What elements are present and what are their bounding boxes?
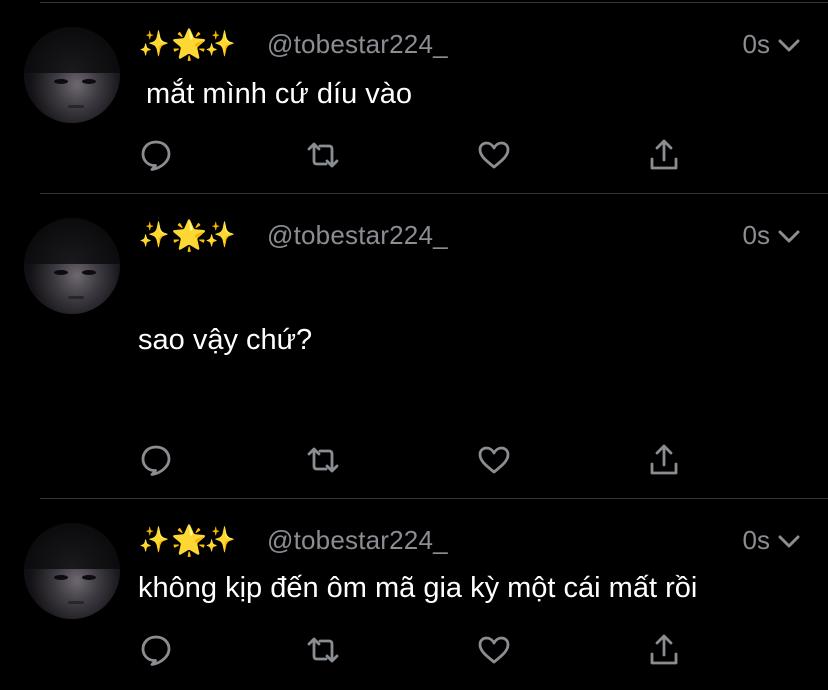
avatar[interactable]	[24, 218, 120, 314]
avatar[interactable]	[24, 523, 120, 619]
share-icon[interactable]	[646, 633, 682, 667]
chevron-down-icon[interactable]	[778, 29, 800, 60]
sparkles-emoji: ✨	[204, 29, 237, 58]
user-handle[interactable]: @tobestar224_	[267, 220, 448, 251]
timestamp: 0s	[742, 524, 770, 555]
tweet-text: mắt mình cứ díu vào	[146, 78, 413, 110]
avatar[interactable]	[24, 27, 120, 123]
timestamp: 0s	[742, 28, 770, 59]
share-icon[interactable]	[646, 138, 682, 172]
tweet[interactable]: ✨ 🌟 ✨ @tobestar224_ 0s mắt mình cứ díu v…	[0, 0, 828, 192]
sparkles-emoji: ✨	[204, 525, 237, 554]
glowing-star-emoji: 🌟	[171, 27, 208, 61]
tweet-text: không kịp đến ôm mã gia kỳ một cái mất r…	[138, 572, 698, 604]
chevron-down-icon[interactable]	[778, 525, 800, 556]
like-icon[interactable]	[476, 443, 512, 477]
chevron-down-icon[interactable]	[778, 220, 800, 251]
retweet-icon[interactable]	[305, 633, 341, 667]
retweet-icon[interactable]	[305, 138, 341, 172]
share-icon[interactable]	[646, 443, 682, 477]
sparkles-emoji: ✨	[138, 220, 171, 249]
glowing-star-emoji: 🌟	[171, 218, 208, 252]
reply-icon[interactable]	[138, 443, 174, 477]
retweet-icon[interactable]	[305, 443, 341, 477]
timestamp: 0s	[742, 219, 770, 250]
user-handle[interactable]: @tobestar224_	[267, 29, 448, 60]
reply-icon[interactable]	[138, 633, 174, 667]
sparkles-emoji: ✨	[138, 29, 171, 58]
reply-icon[interactable]	[138, 138, 174, 172]
sparkles-emoji: ✨	[204, 220, 237, 249]
tweet-text: sao vậy chứ?	[138, 324, 313, 356]
sparkles-emoji: ✨	[138, 525, 171, 554]
like-icon[interactable]	[476, 138, 512, 172]
like-icon[interactable]	[476, 633, 512, 667]
glowing-star-emoji: 🌟	[171, 523, 208, 557]
tweet[interactable]: ✨ 🌟 ✨ @tobestar224_ 0s không kịp đến ôm …	[0, 499, 828, 690]
tweet[interactable]: ✨ 🌟 ✨ @tobestar224_ 0s sao vậy chứ?	[0, 194, 828, 498]
user-handle[interactable]: @tobestar224_	[267, 525, 448, 556]
